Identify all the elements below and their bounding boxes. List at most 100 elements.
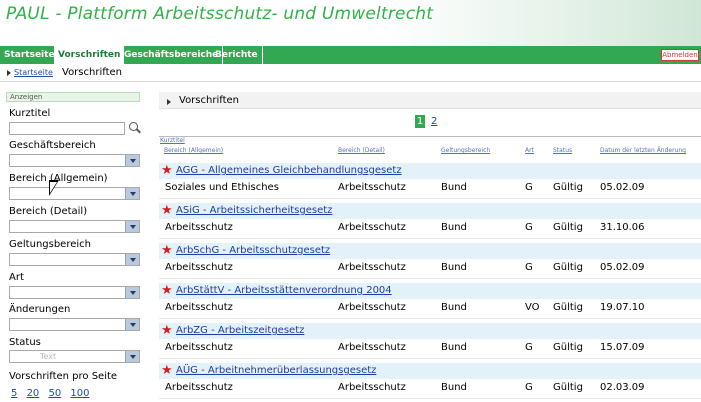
geschaeftsbereich-label: Geschäftsbereich xyxy=(9,140,96,151)
header-bereich-allgemein[interactable]: Bereich (Allgemein) xyxy=(164,147,223,154)
panel-header[interactable]: Vorschriften xyxy=(159,92,701,109)
cell-allgemein: Soziales und Ethisches xyxy=(165,182,279,193)
cell-art: G xyxy=(525,222,533,233)
star-icon: ★ xyxy=(161,283,173,298)
aenderungen-label: Änderungen xyxy=(9,304,71,315)
law-title-row: ★ AÜG - Arbeitnehmerüberlassungsgesetz xyxy=(159,363,701,379)
page-link-2[interactable]: 2 xyxy=(431,116,437,127)
law-title-link[interactable]: ArbStättV - Arbeitsstättenverordnung 200… xyxy=(176,285,392,296)
chevron-down-icon[interactable] xyxy=(125,155,139,166)
chevron-down-icon[interactable] xyxy=(125,221,139,232)
cell-detail: Arbeitsschutz xyxy=(338,302,406,313)
cell-geltung: Bund xyxy=(441,382,467,393)
law-title-link[interactable]: AGG - Allgemeines Gleichbehandlungsgeset… xyxy=(176,165,402,176)
law-title-link[interactable]: ArbSchG - Arbeitsschutzgesetz xyxy=(176,245,330,256)
breadcrumb: Startseite Vorschriften xyxy=(0,66,701,82)
cell-detail: Arbeitsschutz xyxy=(338,182,406,193)
chevron-down-icon[interactable] xyxy=(125,188,139,199)
panel-title: Vorschriften xyxy=(179,95,239,106)
header-kurztitel[interactable]: Kurztitel xyxy=(160,137,185,144)
tab-berichte[interactable]: Berichte xyxy=(211,46,263,64)
app-header: PAUL - Plattform Arbeitsschutz- und Umwe… xyxy=(0,0,701,46)
per-page-label: Vorschriften pro Seite xyxy=(9,371,118,382)
tab-geschaeftsbereiche[interactable]: Geschäftsbereiche xyxy=(120,46,224,64)
cell-allgemein: Arbeitsschutz xyxy=(165,302,233,313)
row-separator xyxy=(159,358,701,359)
cell-geltung: Bund xyxy=(441,302,467,313)
geltungsbereich-label: Geltungsbereich xyxy=(9,239,91,250)
header-geltungsbereich[interactable]: Geltungsbereich xyxy=(441,147,490,154)
art-select[interactable] xyxy=(9,286,140,299)
cell-allgemein: Arbeitsschutz xyxy=(165,342,233,353)
breadcrumb-home-link[interactable]: Startseite xyxy=(14,68,53,77)
logout-button[interactable]: Abmelden xyxy=(661,49,699,61)
cell-detail: Arbeitsschutz xyxy=(338,222,406,233)
cell-allgemein: Arbeitsschutz xyxy=(165,382,233,393)
per-page-options: 5 20 50 100 xyxy=(11,388,96,399)
cell-datum: 19.07.10 xyxy=(600,302,645,313)
cell-status: Gültig xyxy=(553,342,583,353)
law-title-link[interactable]: AÜG - Arbeitnehmerüberlassungsgesetz xyxy=(176,365,376,376)
star-icon: ★ xyxy=(161,163,173,178)
law-title-row: ★ ASiG - Arbeitssicherheitsgesetz xyxy=(159,203,701,219)
header-art[interactable]: Art xyxy=(525,147,534,154)
tab-startseite[interactable]: Startseite xyxy=(0,46,60,64)
kurztitel-label: Kurztitel xyxy=(9,108,51,119)
law-title-link[interactable]: ArbZG - Arbeitszeitgesetz xyxy=(176,325,304,336)
law-title-row: ★ ArbSchG - Arbeitsschutzgesetz xyxy=(159,243,701,259)
bereich-detail-select[interactable] xyxy=(9,220,140,233)
cell-geltung: Bund xyxy=(441,222,467,233)
row-separator xyxy=(159,238,701,239)
chevron-down-icon[interactable] xyxy=(125,287,139,298)
law-title-row: ★ ArbStättV - Arbeitsstättenverordnung 20… xyxy=(159,283,701,299)
sidebar-header: Anzeigen xyxy=(6,92,140,102)
pagination: 12 xyxy=(415,115,437,128)
per-page-50[interactable]: 50 xyxy=(48,388,61,399)
cell-datum: 02.03.09 xyxy=(600,382,645,393)
page-current: 1 xyxy=(415,115,425,128)
per-page-5[interactable]: 5 xyxy=(11,388,17,399)
mouse-cursor xyxy=(49,180,59,196)
row-separator xyxy=(159,278,701,279)
cell-detail: Arbeitsschutz xyxy=(338,262,406,273)
chevron-down-icon[interactable] xyxy=(125,254,139,265)
per-page-100[interactable]: 100 xyxy=(70,388,89,399)
star-icon: ★ xyxy=(161,243,173,258)
cell-datum: 15.07.09 xyxy=(600,342,645,353)
cell-art: G xyxy=(525,342,533,353)
bereich-detail-label: Bereich (Detail) xyxy=(9,206,88,217)
chevron-down-icon[interactable] xyxy=(125,319,139,330)
kurztitel-input[interactable] xyxy=(9,122,125,135)
per-page-20[interactable]: 20 xyxy=(27,388,40,399)
status-select[interactable]: Text xyxy=(9,350,140,363)
collapse-arrow-icon[interactable] xyxy=(167,99,171,105)
search-icon[interactable] xyxy=(129,122,141,134)
aenderungen-select[interactable] xyxy=(9,318,140,331)
cell-datum: 05.02.09 xyxy=(600,182,645,193)
filter-sidebar: Anzeigen Kurztitel Geschäftsbereich Bere… xyxy=(6,92,141,402)
tab-vorschriften[interactable]: Vorschriften xyxy=(54,46,126,64)
header-datum[interactable]: Datum der letzten Änderung xyxy=(600,147,686,154)
header-bereich-detail[interactable]: Bereich (Detail) xyxy=(338,147,385,154)
cell-geltung: Bund xyxy=(441,182,467,193)
cell-geltung: Bund xyxy=(441,262,467,273)
breadcrumb-arrow-icon xyxy=(7,70,11,76)
geschaeftsbereich-select[interactable] xyxy=(9,154,140,167)
cell-detail: Arbeitsschutz xyxy=(338,382,406,393)
law-title-link[interactable]: ASiG - Arbeitssicherheitsgesetz xyxy=(176,205,332,216)
breadcrumb-current: Vorschriften xyxy=(62,67,122,78)
star-icon: ★ xyxy=(161,363,173,378)
cell-status: Gültig xyxy=(553,182,583,193)
header-status[interactable]: Status xyxy=(553,147,572,154)
cell-art: G xyxy=(525,262,533,273)
cell-datum: 05.02.09 xyxy=(600,262,645,273)
chevron-down-icon[interactable] xyxy=(125,351,139,362)
app-title: PAUL - Plattform Arbeitsschutz- und Umwe… xyxy=(6,4,434,24)
geltungsbereich-select[interactable] xyxy=(9,253,140,266)
bereich-allgemein-select[interactable] xyxy=(9,187,140,200)
row-separator xyxy=(159,398,701,399)
cell-status: Gültig xyxy=(553,302,583,313)
main-panel: Vorschriften 12 Kurztitel Bereich (Allge… xyxy=(159,92,701,402)
cell-art: G xyxy=(525,382,533,393)
cell-status: Gültig xyxy=(553,382,583,393)
